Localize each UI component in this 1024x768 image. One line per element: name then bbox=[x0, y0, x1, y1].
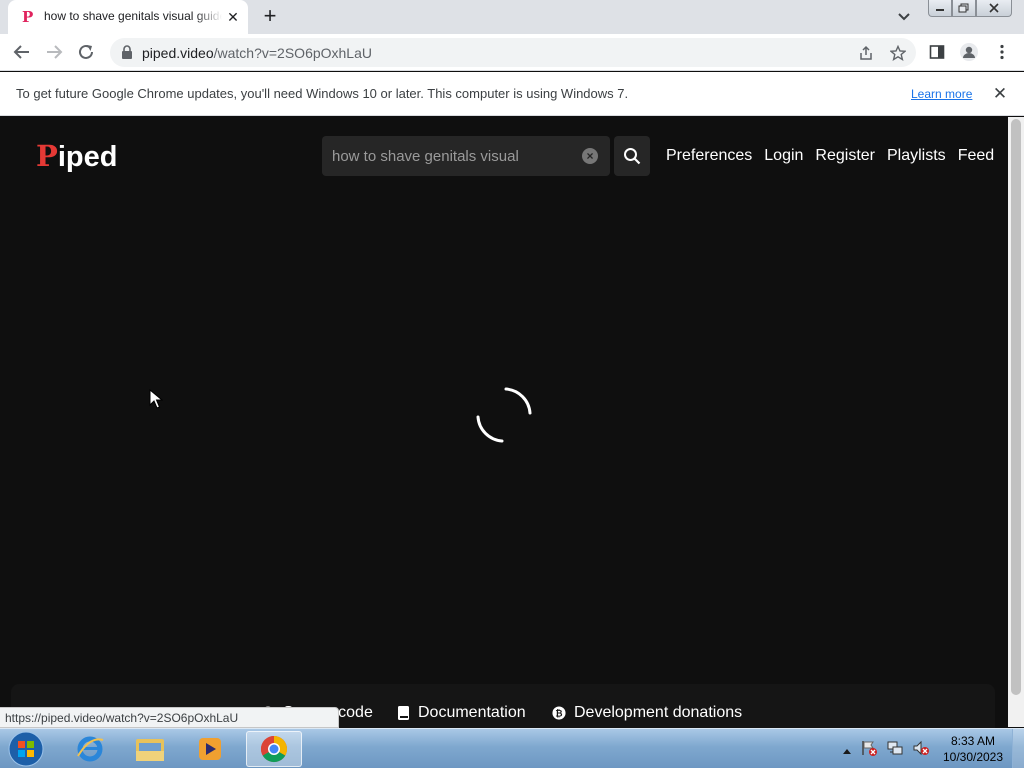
share-icon[interactable] bbox=[856, 43, 876, 63]
url-text: piped.video/watch?v=2SO6pOxhLaU bbox=[142, 45, 372, 61]
forward-button[interactable] bbox=[42, 40, 66, 64]
infobar-close-icon[interactable]: ✕ bbox=[990, 84, 1010, 104]
reload-button[interactable] bbox=[74, 40, 98, 64]
nav-login[interactable]: Login bbox=[764, 147, 803, 165]
learn-more-link[interactable]: Learn more bbox=[911, 87, 972, 101]
system-tray bbox=[842, 739, 930, 762]
media-player-icon bbox=[199, 738, 221, 760]
taskbar-clock[interactable]: 8:33 AM 10/30/2023 bbox=[940, 733, 1006, 765]
loading-spinner-icon bbox=[476, 387, 532, 443]
clock-time: 8:33 AM bbox=[950, 734, 996, 748]
address-bar[interactable]: piped.video/watch?v=2SO6pOxhLaU bbox=[110, 38, 916, 67]
clear-search-icon[interactable]: × bbox=[582, 148, 598, 164]
side-panel-icon[interactable] bbox=[926, 41, 948, 63]
internet-explorer-icon bbox=[77, 736, 104, 762]
tab-title: how to shave genitals visual guide bbox=[44, 9, 222, 23]
page-scrollbar[interactable] bbox=[1008, 117, 1024, 727]
svg-text:₿: ₿ bbox=[555, 709, 562, 720]
search-button[interactable] bbox=[614, 136, 650, 176]
back-button[interactable] bbox=[10, 40, 34, 64]
network-icon[interactable] bbox=[886, 739, 904, 762]
restore-button[interactable] bbox=[952, 0, 976, 17]
donations-link[interactable]: ₿ Development donations bbox=[552, 704, 742, 722]
window-controls bbox=[928, 0, 1012, 18]
bitcoin-icon: ₿ bbox=[552, 705, 566, 721]
lock-icon[interactable] bbox=[120, 45, 134, 60]
show-desktop-button[interactable] bbox=[1012, 729, 1024, 768]
infobar-message: To get future Google Chrome updates, you… bbox=[16, 86, 629, 101]
nav-register[interactable]: Register bbox=[815, 147, 875, 165]
tab-search-icon[interactable] bbox=[894, 8, 914, 26]
taskbar-media-player[interactable] bbox=[182, 731, 238, 767]
tab-strip: P how to shave genitals visual guide ✕ + bbox=[0, 0, 1024, 34]
menu-kebab-icon[interactable] bbox=[991, 41, 1013, 63]
piped-page: Piped how to shave genitals visual × Pre… bbox=[0, 117, 1008, 734]
profile-avatar-icon[interactable] bbox=[958, 41, 980, 63]
volume-muted-icon[interactable] bbox=[912, 739, 930, 762]
mouse-cursor-icon bbox=[149, 389, 163, 409]
link-status-bubble: https://piped.video/watch?v=2SO6pOxhLaU bbox=[0, 707, 339, 728]
bookmark-star-icon[interactable] bbox=[888, 43, 908, 63]
start-button[interactable] bbox=[4, 730, 48, 768]
nav-feed[interactable]: Feed bbox=[958, 147, 994, 165]
search-input-value: how to shave genitals visual bbox=[332, 148, 519, 165]
windows-taskbar: 8:33 AM 10/30/2023 bbox=[0, 728, 1024, 768]
site-nav: Preferences Login Register Playlists Fee… bbox=[666, 147, 994, 165]
close-window-button[interactable] bbox=[976, 0, 1012, 17]
minimize-button[interactable] bbox=[928, 0, 952, 17]
clock-date: 10/30/2023 bbox=[942, 750, 1004, 764]
taskbar-internet-explorer[interactable] bbox=[62, 731, 118, 767]
new-tab-button[interactable]: + bbox=[258, 5, 282, 29]
tray-expand-icon[interactable] bbox=[842, 742, 852, 760]
chrome-icon bbox=[260, 735, 288, 763]
documentation-link[interactable]: Documentation bbox=[396, 704, 526, 722]
windows-logo-icon bbox=[8, 731, 44, 767]
nav-preferences[interactable]: Preferences bbox=[666, 147, 752, 165]
action-center-icon[interactable] bbox=[860, 739, 878, 762]
update-infobar: To get future Google Chrome updates, you… bbox=[0, 72, 1024, 116]
taskbar-explorer[interactable] bbox=[122, 731, 178, 767]
piped-logo[interactable]: Piped bbox=[36, 139, 117, 174]
piped-favicon-icon: P bbox=[22, 8, 34, 26]
browser-toolbar: piped.video/watch?v=2SO6pOxhLaU bbox=[0, 34, 1024, 71]
tab-close-icon[interactable]: ✕ bbox=[224, 8, 242, 26]
nav-playlists[interactable]: Playlists bbox=[887, 147, 946, 165]
folder-icon bbox=[136, 739, 164, 761]
browser-tab[interactable]: P how to shave genitals visual guide ✕ bbox=[8, 0, 248, 34]
taskbar-chrome[interactable] bbox=[246, 731, 302, 767]
book-icon bbox=[396, 705, 410, 721]
search-icon bbox=[624, 148, 641, 165]
search-input[interactable]: how to shave genitals visual × bbox=[322, 136, 610, 176]
scrollbar-thumb[interactable] bbox=[1011, 119, 1021, 695]
